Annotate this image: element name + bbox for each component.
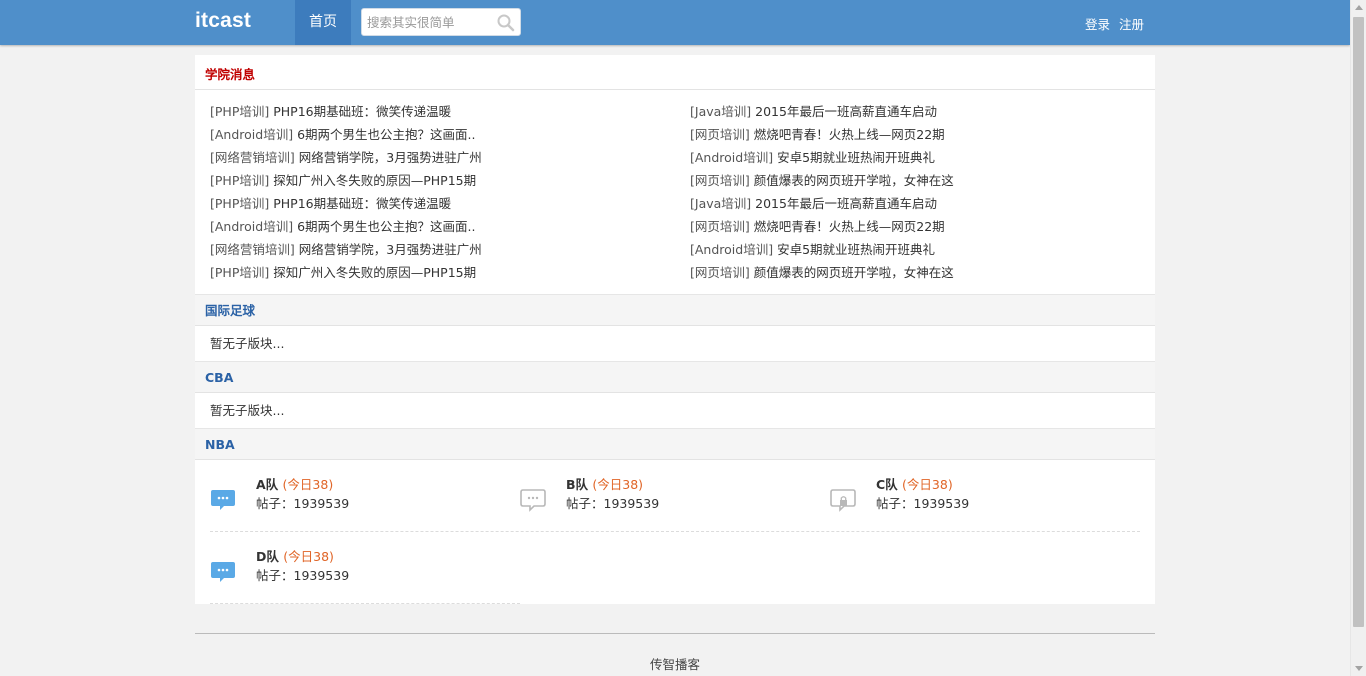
news-tag: [网页培训]: [690, 173, 750, 188]
news-link[interactable]: [网络营销培训] 网络营销学院，3月强势进驻广州: [210, 240, 482, 263]
forum-today-count: (今日38): [283, 549, 334, 564]
news-link[interactable]: [Android培训] 安卓5期就业班热闹开班典礼: [690, 148, 954, 171]
nba-forum-list: A队 (今日38) 帖子：1939539 B队 (今日38) 帖子：193953…: [195, 460, 1155, 604]
news-tag: [PHP培训]: [210, 196, 270, 211]
news-title: 6期两个男生也公主抱？这画面..: [297, 219, 476, 234]
forum-post-count: 帖子：1939539: [566, 496, 660, 511]
news-title: PHP16期基础班：微笑传递温暖: [273, 196, 452, 211]
footer-divider: [195, 633, 1155, 634]
board-empty-text: 暂无子版块...: [195, 393, 1155, 428]
news-link[interactable]: [Java培训] 2015年最后一班高薪直通车启动: [690, 102, 954, 125]
news-title: 探知广州入冬失败的原因—PHP15期: [273, 265, 477, 280]
forum-name-line: A队 (今日38): [256, 474, 333, 493]
news-column-left: [PHP培训] PHP16期基础班：微笑传递温暖 [Android培训] 6期两…: [210, 102, 482, 286]
forum-name-line: B队 (今日38): [566, 474, 643, 493]
site-logo[interactable]: itcast: [195, 9, 251, 33]
news-tag: [Java培训]: [690, 196, 752, 211]
news-link[interactable]: [Android培训] 6期两个男生也公主抱？这画面..: [210, 217, 482, 240]
news-tag: [网页培训]: [690, 219, 750, 234]
forum-name[interactable]: B队: [566, 477, 588, 492]
board-title-football[interactable]: 国际足球: [195, 294, 1155, 326]
chat-bubble-new-icon: [211, 490, 235, 510]
login-link[interactable]: 登录: [1085, 14, 1110, 33]
news-title: 燃烧吧青春！火热上线—网页22期: [753, 219, 945, 234]
news-link[interactable]: [网络营销培训] 网络营销学院，3月强势进驻广州: [210, 148, 482, 171]
forum-today-count: (今日38): [282, 477, 334, 492]
news-title: 颜值爆表的网页班开学啦，女神在这: [753, 265, 954, 280]
row-divider: [210, 603, 520, 604]
chat-bubble-new-icon: [211, 562, 235, 582]
news-link[interactable]: [PHP培训] 探知广州入冬失败的原因—PHP15期: [210, 263, 482, 286]
news-tag: [Java培训]: [690, 104, 752, 119]
scroll-down-arrow-icon[interactable]: [1355, 666, 1363, 671]
news-list: [PHP培训] PHP16期基础班：微笑传递温暖 [Android培训] 6期两…: [195, 90, 1155, 294]
forum-name-line: C队 (今日38): [876, 474, 953, 493]
forum-post-count: 帖子：1939539: [876, 496, 970, 511]
news-column-right: [Java培训] 2015年最后一班高薪直通车启动 [网页培训] 燃烧吧青春！火…: [690, 102, 954, 286]
forum-item[interactable]: B队 (今日38) 帖子：1939539: [520, 468, 810, 528]
top-navbar: itcast 首页 登录 注册: [0, 0, 1350, 45]
news-tag: [Android培训]: [210, 219, 294, 234]
forum-item[interactable]: A队 (今日38) 帖子：1939539: [210, 468, 500, 528]
forum-post-count: 帖子：1939539: [256, 496, 350, 511]
forum-item[interactable]: D队 (今日38) 帖子：1939539: [210, 540, 500, 600]
search-box: [361, 8, 521, 36]
news-link[interactable]: [Android培训] 安卓5期就业班热闹开班典礼: [690, 240, 954, 263]
forum-post-count: 帖子：1939539: [256, 568, 350, 583]
news-link[interactable]: [PHP培训] PHP16期基础班：微笑传递温暖: [210, 194, 482, 217]
news-title: 网络营销学院，3月强势进驻广州: [298, 150, 482, 165]
news-link[interactable]: [网页培训] 颜值爆表的网页班开学啦，女神在这: [690, 263, 954, 286]
news-title: 2015年最后一班高薪直通车启动: [755, 104, 937, 119]
news-section-title: 学院消息: [195, 55, 1155, 90]
search-icon[interactable]: [496, 13, 516, 33]
chat-bubble-icon: [520, 489, 546, 512]
news-tag: [PHP培训]: [210, 104, 270, 119]
news-link[interactable]: [网页培训] 颜值爆表的网页班开学啦，女神在这: [690, 171, 954, 194]
news-title: PHP16期基础班：微笑传递温暖: [273, 104, 452, 119]
news-title: 安卓5期就业班热闹开班典礼: [777, 242, 936, 257]
scroll-up-arrow-icon[interactable]: [1355, 5, 1363, 10]
news-tag: [Android培训]: [690, 150, 774, 165]
forum-name[interactable]: A队: [256, 477, 278, 492]
row-divider: [210, 531, 1140, 532]
forum-name[interactable]: D队: [256, 549, 279, 564]
forum-today-count: (今日38): [592, 477, 644, 492]
news-link[interactable]: [PHP培训] PHP16期基础班：微笑传递温暖: [210, 102, 482, 125]
news-title: 燃烧吧青春！火热上线—网页22期: [753, 127, 945, 142]
footer-text: 传智播客: [649, 657, 700, 672]
news-title: 安卓5期就业班热闹开班典礼: [777, 150, 936, 165]
news-tag: [网络营销培训]: [210, 242, 295, 257]
news-tag: [PHP培训]: [210, 173, 270, 188]
news-tag: [网页培训]: [690, 265, 750, 280]
chat-bubble-locked-icon: [830, 489, 856, 512]
news-title: 2015年最后一班高薪直通车启动: [755, 196, 937, 211]
news-title: 探知广州入冬失败的原因—PHP15期: [273, 173, 477, 188]
board-empty-text: 暂无子版块...: [195, 326, 1155, 361]
news-tag: [PHP培训]: [210, 265, 270, 280]
page-scrollbar[interactable]: [1350, 0, 1366, 676]
news-link[interactable]: [网页培训] 燃烧吧青春！火热上线—网页22期: [690, 217, 954, 240]
news-link[interactable]: [网页培训] 燃烧吧青春！火热上线—网页22期: [690, 125, 954, 148]
news-link[interactable]: [PHP培训] 探知广州入冬失败的原因—PHP15期: [210, 171, 482, 194]
nav-home-link[interactable]: 首页: [295, 0, 351, 45]
board-title-cba[interactable]: CBA: [195, 361, 1155, 393]
news-title: 网络营销学院，3月强势进驻广州: [298, 242, 482, 257]
news-tag: [Android培训]: [210, 127, 294, 142]
forum-item[interactable]: C队 (今日38) 帖子：1939539: [830, 468, 1120, 528]
register-link[interactable]: 注册: [1119, 14, 1144, 33]
forum-name[interactable]: C队: [876, 477, 898, 492]
forum-name-line: D队 (今日38): [256, 546, 334, 565]
news-title: 6期两个男生也公主抱？这画面..: [297, 127, 476, 142]
news-tag: [网页培训]: [690, 127, 750, 142]
news-link[interactable]: [Java培训] 2015年最后一班高薪直通车启动: [690, 194, 954, 217]
news-title: 颜值爆表的网页班开学啦，女神在这: [753, 173, 954, 188]
forum-today-count: (今日38): [902, 477, 953, 492]
news-tag: [Android培训]: [690, 242, 774, 257]
news-link[interactable]: [Android培训] 6期两个男生也公主抱？这画面..: [210, 125, 482, 148]
scrollbar-thumb[interactable]: [1353, 17, 1364, 627]
main-content: 学院消息 [PHP培训] PHP16期基础班：微笑传递温暖 [Android培训…: [195, 55, 1155, 604]
search-input[interactable]: [362, 9, 488, 35]
news-tag: [网络营销培训]: [210, 150, 295, 165]
board-title-nba[interactable]: NBA: [195, 428, 1155, 460]
